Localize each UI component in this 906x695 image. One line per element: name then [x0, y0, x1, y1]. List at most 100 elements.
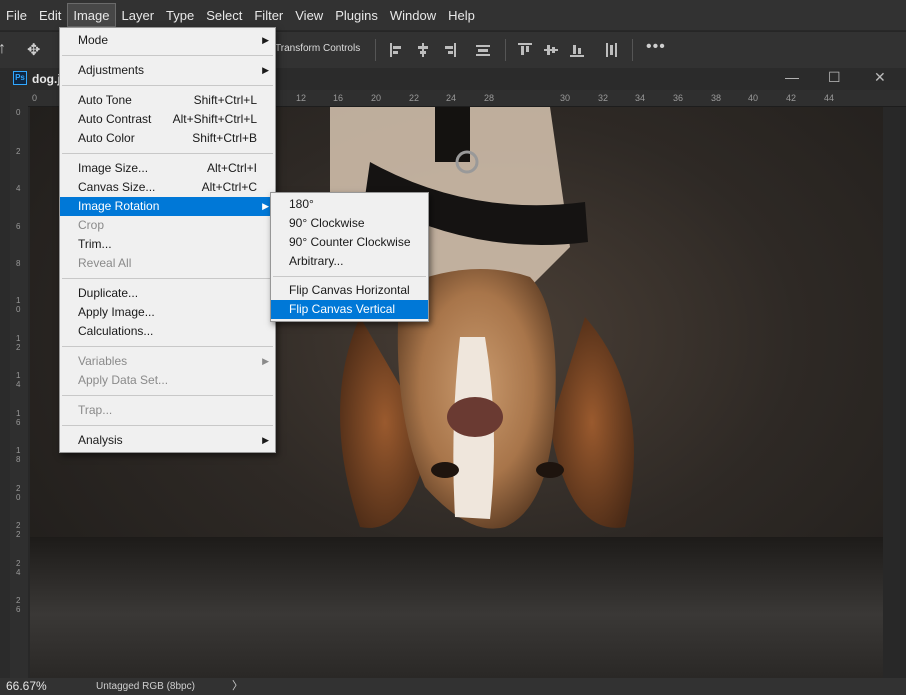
ruler-tick: 24 [446, 93, 457, 103]
menu-item-label: 90° Clockwise [289, 216, 365, 230]
menu-divider [62, 278, 273, 279]
menu-item-mode[interactable]: Mode ▶ [60, 30, 275, 50]
menu-item-auto-color[interactable]: Auto Color Shift+Ctrl+B [60, 129, 275, 148]
ruler-tick: 44 [824, 93, 835, 103]
photoshop-icon: Ps [13, 71, 27, 85]
distribute-icon[interactable] [476, 43, 490, 57]
menu-item-label: Arbitrary... [289, 254, 344, 268]
ruler-tick: 20 [371, 93, 382, 103]
distribute-vertical-icon[interactable] [604, 43, 618, 57]
align-vcenter-icon[interactable] [544, 43, 558, 57]
ruler-tick: 0 [32, 93, 38, 103]
status-expand-icon[interactable]: 〉 [232, 678, 243, 695]
color-profile-info: Untagged RGB (8bpc) [96, 681, 195, 692]
ruler-tick: 36 [673, 93, 684, 103]
ruler-tick: 1 8 [16, 446, 21, 464]
menu-item-label: Image Size... [78, 161, 149, 175]
menu-item-reveal-all: Reveal All [60, 254, 275, 273]
menu-item-label: Crop [78, 218, 105, 232]
menu-file[interactable]: File [0, 3, 33, 27]
menu-edit[interactable]: Edit [33, 3, 67, 27]
menu-item-auto-contrast[interactable]: Auto Contrast Alt+Shift+Ctrl+L [60, 110, 275, 129]
ruler-tick: 16 [333, 93, 344, 103]
menu-divider [62, 153, 273, 154]
menu-item-arbitrary[interactable]: Arbitrary... [271, 252, 428, 271]
close-icon[interactable]: ✕ [874, 69, 886, 86]
menu-item-label: Auto Contrast [78, 112, 152, 126]
menu-layer[interactable]: Layer [116, 3, 161, 27]
menu-shortcut: Alt+Shift+Ctrl+L [172, 112, 257, 126]
menu-item-rotate-180[interactable]: 180° [271, 195, 428, 214]
menu-item-label: Trap... [78, 403, 113, 417]
menu-item-label: Apply Data Set... [78, 373, 169, 387]
menu-item-flip-vertical[interactable]: Flip Canvas Vertical [271, 300, 428, 319]
menu-window[interactable]: Window [384, 3, 442, 27]
toolbar-strip [0, 68, 10, 678]
ruler-tick: 1 4 [16, 371, 21, 389]
menu-plugins[interactable]: Plugins [329, 3, 384, 27]
ruler-tick: 1 6 [16, 409, 21, 427]
separator [505, 39, 506, 61]
menu-type[interactable]: Type [160, 3, 200, 27]
vertical-ruler[interactable]: 0 2 4 6 8 1 0 1 2 1 4 1 6 1 8 2 0 2 2 2 … [10, 106, 29, 678]
menu-item-image-size[interactable]: Image Size... Alt+Ctrl+I [60, 159, 275, 178]
minimize-icon[interactable]: — [785, 69, 799, 85]
more-options-icon[interactable]: ••• [646, 38, 666, 56]
menu-item-label: Flip Canvas Horizontal [289, 283, 410, 297]
menu-item-auto-tone[interactable]: Auto Tone Shift+Ctrl+L [60, 91, 275, 110]
menu-divider [273, 276, 426, 277]
menu-item-flip-horizontal[interactable]: Flip Canvas Horizontal [271, 281, 428, 300]
menu-item-image-rotation[interactable]: Image Rotation ▶ [60, 197, 275, 216]
menu-divider [62, 55, 273, 56]
menu-item-rotate-90-ccw[interactable]: 90° Counter Clockwise [271, 233, 428, 252]
document-tab-title[interactable]: dog.j [32, 72, 61, 86]
align-top-icon[interactable] [518, 43, 532, 57]
ruler-tick: 2 [16, 147, 21, 156]
ruler-tick: 28 [484, 93, 495, 103]
menu-item-apply-image[interactable]: Apply Image... [60, 303, 275, 322]
align-hcenter-icon[interactable] [416, 43, 430, 57]
menu-view[interactable]: View [289, 3, 329, 27]
move-tool-icon[interactable]: ✥ [27, 40, 40, 60]
submenu-arrow-icon: ▶ [262, 356, 269, 366]
menu-item-crop: Crop [60, 216, 275, 235]
home-icon[interactable]: ↑ [0, 40, 6, 58]
menu-item-rotate-90-cw[interactable]: 90° Clockwise [271, 214, 428, 233]
menu-shortcut: Alt+Ctrl+I [206, 161, 257, 175]
maximize-icon[interactable]: ☐ [828, 69, 841, 86]
ruler-tick: 34 [635, 93, 646, 103]
ruler-tick: 38 [711, 93, 722, 103]
menu-item-label: Image Rotation [78, 199, 160, 213]
status-bar: 66.67% Untagged RGB (8bpc) 〉 [0, 678, 906, 695]
submenu-arrow-icon: ▶ [262, 201, 269, 211]
transform-controls-label[interactable]: Transform Controls [275, 43, 360, 54]
menu-divider [62, 425, 273, 426]
align-left-icon[interactable] [390, 43, 404, 57]
menu-item-label: Adjustments [78, 63, 145, 77]
menu-shortcut: Alt+Ctrl+C [201, 180, 257, 194]
menu-item-trim[interactable]: Trim... [60, 235, 275, 254]
menu-item-adjustments[interactable]: Adjustments ▶ [60, 61, 275, 80]
menu-item-canvas-size[interactable]: Canvas Size... Alt+Ctrl+C [60, 178, 275, 197]
align-bottom-icon[interactable] [570, 43, 584, 57]
menu-image[interactable]: Image [67, 3, 116, 27]
ruler-tick: 2 0 [16, 484, 21, 502]
menu-item-label: Reveal All [78, 256, 132, 270]
submenu-arrow-icon: ▶ [262, 35, 269, 45]
menu-select[interactable]: Select [200, 3, 248, 27]
menu-item-label: Apply Image... [78, 305, 155, 319]
menu-item-analysis[interactable]: Analysis ▶ [60, 431, 275, 450]
menu-help[interactable]: Help [442, 3, 481, 27]
ruler-tick: 6 [16, 222, 21, 231]
menu-item-duplicate[interactable]: Duplicate... [60, 284, 275, 303]
zoom-level[interactable]: 66.67% [6, 678, 47, 695]
ruler-tick: 0 [16, 108, 21, 117]
ruler-tick: 2 4 [16, 559, 21, 577]
menu-filter[interactable]: Filter [248, 3, 289, 27]
menu-item-calculations[interactable]: Calculations... [60, 322, 275, 341]
align-right-icon[interactable] [442, 43, 456, 57]
menu-shortcut: Shift+Ctrl+L [193, 93, 257, 107]
ruler-tick: 8 [16, 259, 21, 268]
image-rotation-submenu: 180° 90° Clockwise 90° Counter Clockwise… [270, 192, 429, 322]
image-menu: Mode ▶ Adjustments ▶ Auto Tone Shift+Ctrl+L… [59, 27, 276, 453]
